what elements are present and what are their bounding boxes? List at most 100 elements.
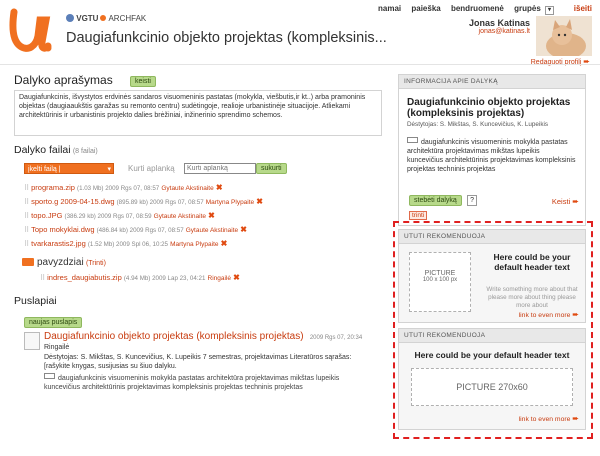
page-item-note: [rašykite knygas, susijusias su šiuo dal… xyxy=(44,363,177,370)
file-author[interactable]: Gytaute Akstinaite xyxy=(161,185,213,192)
page-item-desc: Dėstytojas: S. Mikštas, S. Kuncevičius, … xyxy=(44,353,374,371)
recommend-picture-2[interactable]: PICTURE 270x60 xyxy=(411,368,573,406)
page-title: Daugiafunkcinio objekto projektas (kompl… xyxy=(66,30,387,46)
recommend-link-1[interactable]: link to even more ➨ xyxy=(519,310,579,319)
recommend-header-2: UTUTI REKOMENDUOJA xyxy=(399,329,585,343)
file-meta: (1.52 Mb) 2009 Spl 06, 10:25 xyxy=(87,241,168,248)
delete-icon[interactable]: ✖ xyxy=(240,225,247,234)
file-author[interactable]: Martyna Plypaite xyxy=(170,241,218,248)
recommend-heading-1: Here could be your default header text xyxy=(493,252,571,272)
page-doc-icon xyxy=(24,332,40,350)
file-row[interactable]: ⠿ programa.zip (1.03 Mb) 2009 Rgs 07, 08:… xyxy=(24,183,223,192)
drag-handle-icon[interactable]: ⠿ xyxy=(24,213,29,220)
recommend-header-1: UTUTI REKOMENDUOJA xyxy=(399,230,585,244)
recommend-picture-1[interactable]: PICTURE 100 x 100 px xyxy=(409,252,471,312)
drag-handle-icon[interactable]: ⠿ xyxy=(40,275,45,282)
page-item-date: 2009 Rgs 07, 20:34 xyxy=(309,335,363,341)
drag-handle-icon[interactable]: ⠿ xyxy=(24,199,29,206)
help-icon[interactable]: ? xyxy=(467,195,478,206)
edit-description-button[interactable]: keisti xyxy=(130,76,156,87)
nav-groups[interactable]: grupės xyxy=(514,4,541,13)
groups-dropdown-icon[interactable]: ▾ xyxy=(545,6,554,15)
page-item-title-row: Daugiafunkcinio objekto projektas (kompl… xyxy=(44,331,362,342)
file-author[interactable]: Ringailė xyxy=(208,275,232,282)
user-name[interactable]: Jonas Katinas xyxy=(469,18,530,28)
tag-icon xyxy=(407,137,418,143)
new-folder-label: Kurti aplanką xyxy=(128,164,175,173)
file-row[interactable]: ⠿ sporto.g 2009-04-15.dwg (895.89 kb) 200… xyxy=(24,197,263,206)
ututi-logo[interactable] xyxy=(6,6,52,54)
top-nav: namai paieška bendruomenė grupės ▾ xyxy=(370,4,554,15)
info-panel: INFORMACIJA APIE DALYKĄ Daugiafunkcinio … xyxy=(398,74,586,226)
tag-icon xyxy=(44,373,55,379)
delete-folder-link[interactable]: (Trinti) xyxy=(86,260,106,267)
pages-heading: Puslapiai xyxy=(14,295,57,307)
globe-icon xyxy=(66,14,74,22)
recommend-link-label: link to even more xyxy=(518,312,571,319)
arrow-right-icon: ➨ xyxy=(572,310,579,319)
edit-subject-link[interactable]: Keisti ➨ xyxy=(552,197,579,206)
edit-subject-label: Keisti xyxy=(551,197,571,206)
files-heading-row: Dalyko failai (8 failai) xyxy=(14,144,98,156)
file-author[interactable]: Gytaute Akstinaite xyxy=(186,227,238,234)
create-folder-button[interactable]: sukurti xyxy=(256,163,287,174)
description-text: Daugiafunkcinis, išvystytos erdvinės san… xyxy=(14,90,382,136)
chevron-down-icon: ▾ xyxy=(107,166,111,173)
page-item-title[interactable]: Daugiafunkcinio objekto projektas (kompl… xyxy=(44,331,304,342)
user-email[interactable]: jonas@katinas.lt xyxy=(469,28,530,35)
file-author[interactable]: Martyna Plypaite xyxy=(206,199,254,206)
file-meta: (4.94 Mb) 2009 Lap 23, 04:21 xyxy=(123,275,206,282)
org-archfak[interactable]: ARCHFAK xyxy=(108,14,146,23)
folder-icon xyxy=(22,258,34,266)
new-folder-input[interactable] xyxy=(184,163,256,174)
file-meta: (486.84 kb) 2009 Rgs 07, 08:57 xyxy=(96,227,184,234)
file-meta: (1.03 Mb) 2009 Rgs 07, 08:57 xyxy=(77,185,160,192)
folder-name[interactable]: pavyzdziai xyxy=(37,257,84,268)
recommend-body-1: Write something more about that please m… xyxy=(486,286,578,309)
nav-home[interactable]: namai xyxy=(378,4,401,13)
new-page-button[interactable]: naujas puslapis xyxy=(24,317,83,328)
delete-icon[interactable]: ✖ xyxy=(208,211,215,220)
delete-subject-button[interactable]: trinti xyxy=(409,211,428,220)
nav-community[interactable]: bendruomenė xyxy=(451,4,504,13)
file-author[interactable]: Gytaute Akstinaite xyxy=(154,213,206,220)
avatar[interactable] xyxy=(536,16,592,56)
file-meta: (895.89 kb) 2009 Rgs 07, 08:57 xyxy=(116,199,204,206)
drag-handle-icon[interactable]: ⠿ xyxy=(24,241,29,248)
upload-file-select[interactable]: įkelti failą | ▾ xyxy=(24,163,114,174)
logout-link[interactable]: išeiti xyxy=(574,4,592,13)
page-item-tags: daugiafunkcinis visuomeninis mokykla pas… xyxy=(44,373,372,392)
description-heading: Dalyko aprašymas xyxy=(14,73,113,87)
file-name[interactable]: indres_daugiabutis.zip xyxy=(47,273,122,282)
folder-row[interactable]: pavyzdziai (Trinti) xyxy=(22,257,106,268)
file-name[interactable]: tvarkarastis2.jpg xyxy=(31,239,86,248)
delete-icon[interactable]: ✖ xyxy=(256,197,263,206)
nav-search[interactable]: paieška xyxy=(411,4,440,13)
delete-icon[interactable]: ✖ xyxy=(221,239,228,248)
info-actions: stebėti dalyką ? xyxy=(409,195,478,206)
follow-subject-button[interactable]: stebėti dalyką xyxy=(409,195,462,206)
drag-handle-icon[interactable]: ⠿ xyxy=(24,185,29,192)
delete-icon[interactable]: ✖ xyxy=(233,273,240,282)
arrow-right-icon: ➨ xyxy=(572,197,579,206)
file-name[interactable]: sporto.g 2009-04-15.dwg xyxy=(31,197,114,206)
header-divider xyxy=(0,64,600,65)
info-teachers: Dėstytojas: S. Mikštas, S. Kuncevičius, … xyxy=(407,121,549,128)
delete-icon[interactable]: ✖ xyxy=(216,183,223,192)
file-name[interactable]: topo.JPG xyxy=(31,211,62,220)
drag-handle-icon[interactable]: ⠿ xyxy=(24,227,29,234)
arrow-right-icon: ➨ xyxy=(572,414,579,423)
recommend-link-2[interactable]: link to even more ➨ xyxy=(519,414,579,423)
file-row[interactable]: ⠿ Topo mokyklai.dwg (486.84 kb) 2009 Rgs … xyxy=(24,225,247,234)
file-row[interactable]: ⠿ tvarkarastis2.jpg (1.52 Mb) 2009 Spl 06… xyxy=(24,239,227,248)
page-item-author[interactable]: Ringailė xyxy=(44,344,69,351)
file-name[interactable]: programa.zip xyxy=(31,183,75,192)
file-row[interactable]: ⠿ topo.JPG (386.29 kb) 2009 Rgs 07, 08:59… xyxy=(24,211,215,220)
recommend-box-1: UTUTI REKOMENDUOJA PICTURE 100 x 100 px … xyxy=(398,229,586,323)
recommend-heading-2: Here could be your default header text xyxy=(414,350,570,360)
org-vgtu[interactable]: VGTU xyxy=(76,14,98,23)
file-name[interactable]: Topo mokyklai.dwg xyxy=(31,225,94,234)
user-info: Jonas Katinas jonas@katinas.lt xyxy=(469,18,530,35)
file-row[interactable]: ⠿ indres_daugiabutis.zip (4.94 Mb) 2009 L… xyxy=(40,273,240,282)
page-item-tags-text: daugiafunkcinis visuomeninis mokykla pas… xyxy=(44,375,340,391)
